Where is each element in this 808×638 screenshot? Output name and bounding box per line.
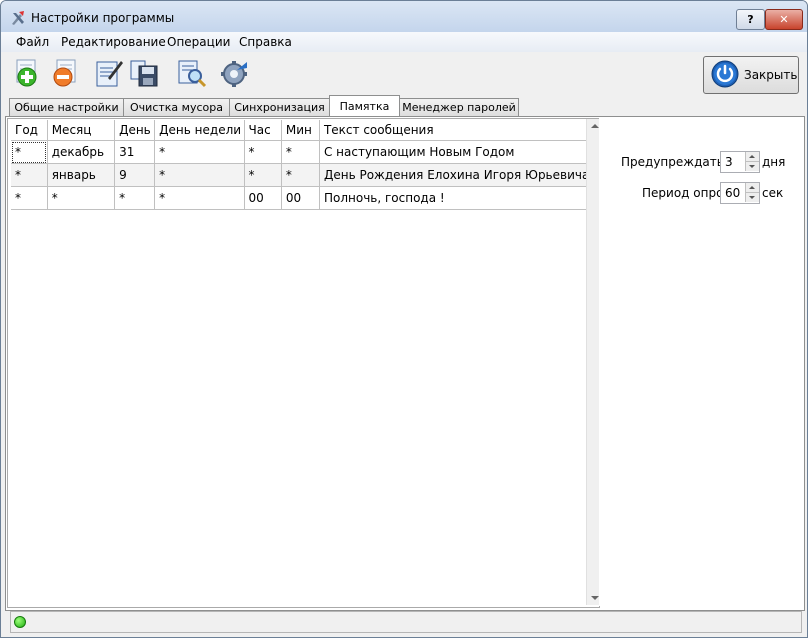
- tab-memo[interactable]: Памятка: [329, 95, 400, 118]
- column-header-year[interactable]: Год: [11, 120, 48, 141]
- reminder-table: Год Месяц День День недели Час Мин Текст…: [11, 120, 600, 210]
- menu-bar: Файл Редактирование Операции Справка: [1, 32, 807, 52]
- reminder-grid[interactable]: Год Месяц День День недели Час Мин Текст…: [7, 118, 604, 608]
- table-cell[interactable]: *: [114, 186, 156, 210]
- add-icon[interactable]: [13, 58, 43, 88]
- remove-icon[interactable]: [51, 58, 81, 88]
- spin-up-icon[interactable]: [745, 183, 759, 193]
- tab-sync[interactable]: Синхронизация: [229, 98, 330, 117]
- close-button-label: Закрыть: [744, 68, 798, 82]
- poll-period-spinner[interactable]: [720, 182, 760, 204]
- tab-general[interactable]: Общие настройки: [9, 98, 124, 117]
- column-header-month[interactable]: Месяц: [47, 120, 116, 141]
- app-icon: [12, 11, 24, 25]
- table-cell[interactable]: *: [154, 186, 245, 210]
- menu-operations[interactable]: Операции: [167, 35, 230, 49]
- table-cell[interactable]: *: [244, 140, 282, 164]
- spin-up-icon[interactable]: [745, 152, 759, 162]
- edit-icon[interactable]: [94, 58, 124, 88]
- column-header-day[interactable]: День: [114, 120, 156, 141]
- spin-down-icon[interactable]: [745, 162, 759, 171]
- table-cell[interactable]: *: [244, 163, 282, 187]
- spin-down-icon[interactable]: [745, 193, 759, 202]
- column-header-weekday[interactable]: День недели: [154, 120, 245, 141]
- table-cell[interactable]: *: [281, 163, 320, 187]
- tab-password-manager[interactable]: Менеджер паролей: [399, 98, 519, 117]
- warn-days-input[interactable]: [721, 152, 747, 172]
- status-indicator-icon: [14, 616, 26, 628]
- window-close-button[interactable]: ✕: [765, 9, 803, 30]
- menu-edit[interactable]: Редактирование: [61, 35, 166, 49]
- table-cell[interactable]: 00: [244, 186, 282, 210]
- table-cell[interactable]: *: [154, 140, 245, 164]
- settings-window: Настройки программы ? ✕ Файл Редактирова…: [0, 0, 808, 638]
- table-cell[interactable]: *: [11, 163, 48, 187]
- column-header-hour[interactable]: Час: [244, 120, 282, 141]
- power-icon: [711, 60, 739, 88]
- scroll-down-icon[interactable]: [591, 596, 599, 600]
- settings-icon[interactable]: [219, 58, 249, 88]
- table-cell[interactable]: 9: [114, 163, 156, 187]
- table-cell[interactable]: январь: [47, 163, 116, 187]
- table-cell[interactable]: *: [47, 186, 116, 210]
- table-cell[interactable]: *: [281, 140, 320, 164]
- memo-settings: Предупреждать за дня Период опроса сек: [599, 118, 799, 606]
- tab-cleanup[interactable]: Очистка мусора: [123, 98, 230, 117]
- warn-unit: дня: [762, 155, 786, 169]
- poll-unit: сек: [762, 186, 784, 200]
- table-cell[interactable]: *: [11, 140, 48, 164]
- table-header-row: Год Месяц День День недели Час Мин Текст…: [11, 120, 600, 141]
- column-header-minute[interactable]: Мин: [281, 120, 320, 141]
- column-header-message[interactable]: Текст сообщения: [319, 120, 600, 141]
- poll-period-input[interactable]: [721, 183, 747, 203]
- status-bar: [10, 611, 802, 633]
- scroll-up-icon[interactable]: [591, 124, 599, 128]
- table-row[interactable]: * * * * 00 00 Полночь, господа !: [11, 186, 600, 210]
- table-cell[interactable]: 00: [281, 186, 320, 210]
- save-icon[interactable]: [129, 58, 159, 88]
- table-cell[interactable]: 31: [114, 140, 156, 164]
- help-button[interactable]: ?: [736, 9, 765, 30]
- title-bar[interactable]: Настройки программы ? ✕: [1, 1, 807, 32]
- table-cell[interactable]: С наступающим Новым Годом: [319, 140, 600, 164]
- table-cell[interactable]: *: [154, 163, 245, 187]
- table-cell[interactable]: декабрь: [47, 140, 116, 164]
- table-cell[interactable]: День Рождения Елохина Игоря Юрьевича !: [319, 163, 600, 187]
- window-title: Настройки программы: [31, 11, 175, 25]
- close-button[interactable]: Закрыть: [703, 56, 799, 94]
- search-icon[interactable]: [177, 58, 207, 88]
- warn-days-spinner[interactable]: [720, 151, 760, 173]
- table-cell[interactable]: *: [11, 186, 48, 210]
- menu-file[interactable]: Файл: [16, 35, 49, 49]
- table-row[interactable]: * январь 9 * * * День Рождения Елохина И…: [11, 163, 600, 187]
- table-cell[interactable]: Полночь, господа !: [319, 186, 600, 210]
- table-row[interactable]: * декабрь 31 * * * С наступающим Новым Г…: [11, 140, 600, 164]
- menu-help[interactable]: Справка: [239, 35, 292, 49]
